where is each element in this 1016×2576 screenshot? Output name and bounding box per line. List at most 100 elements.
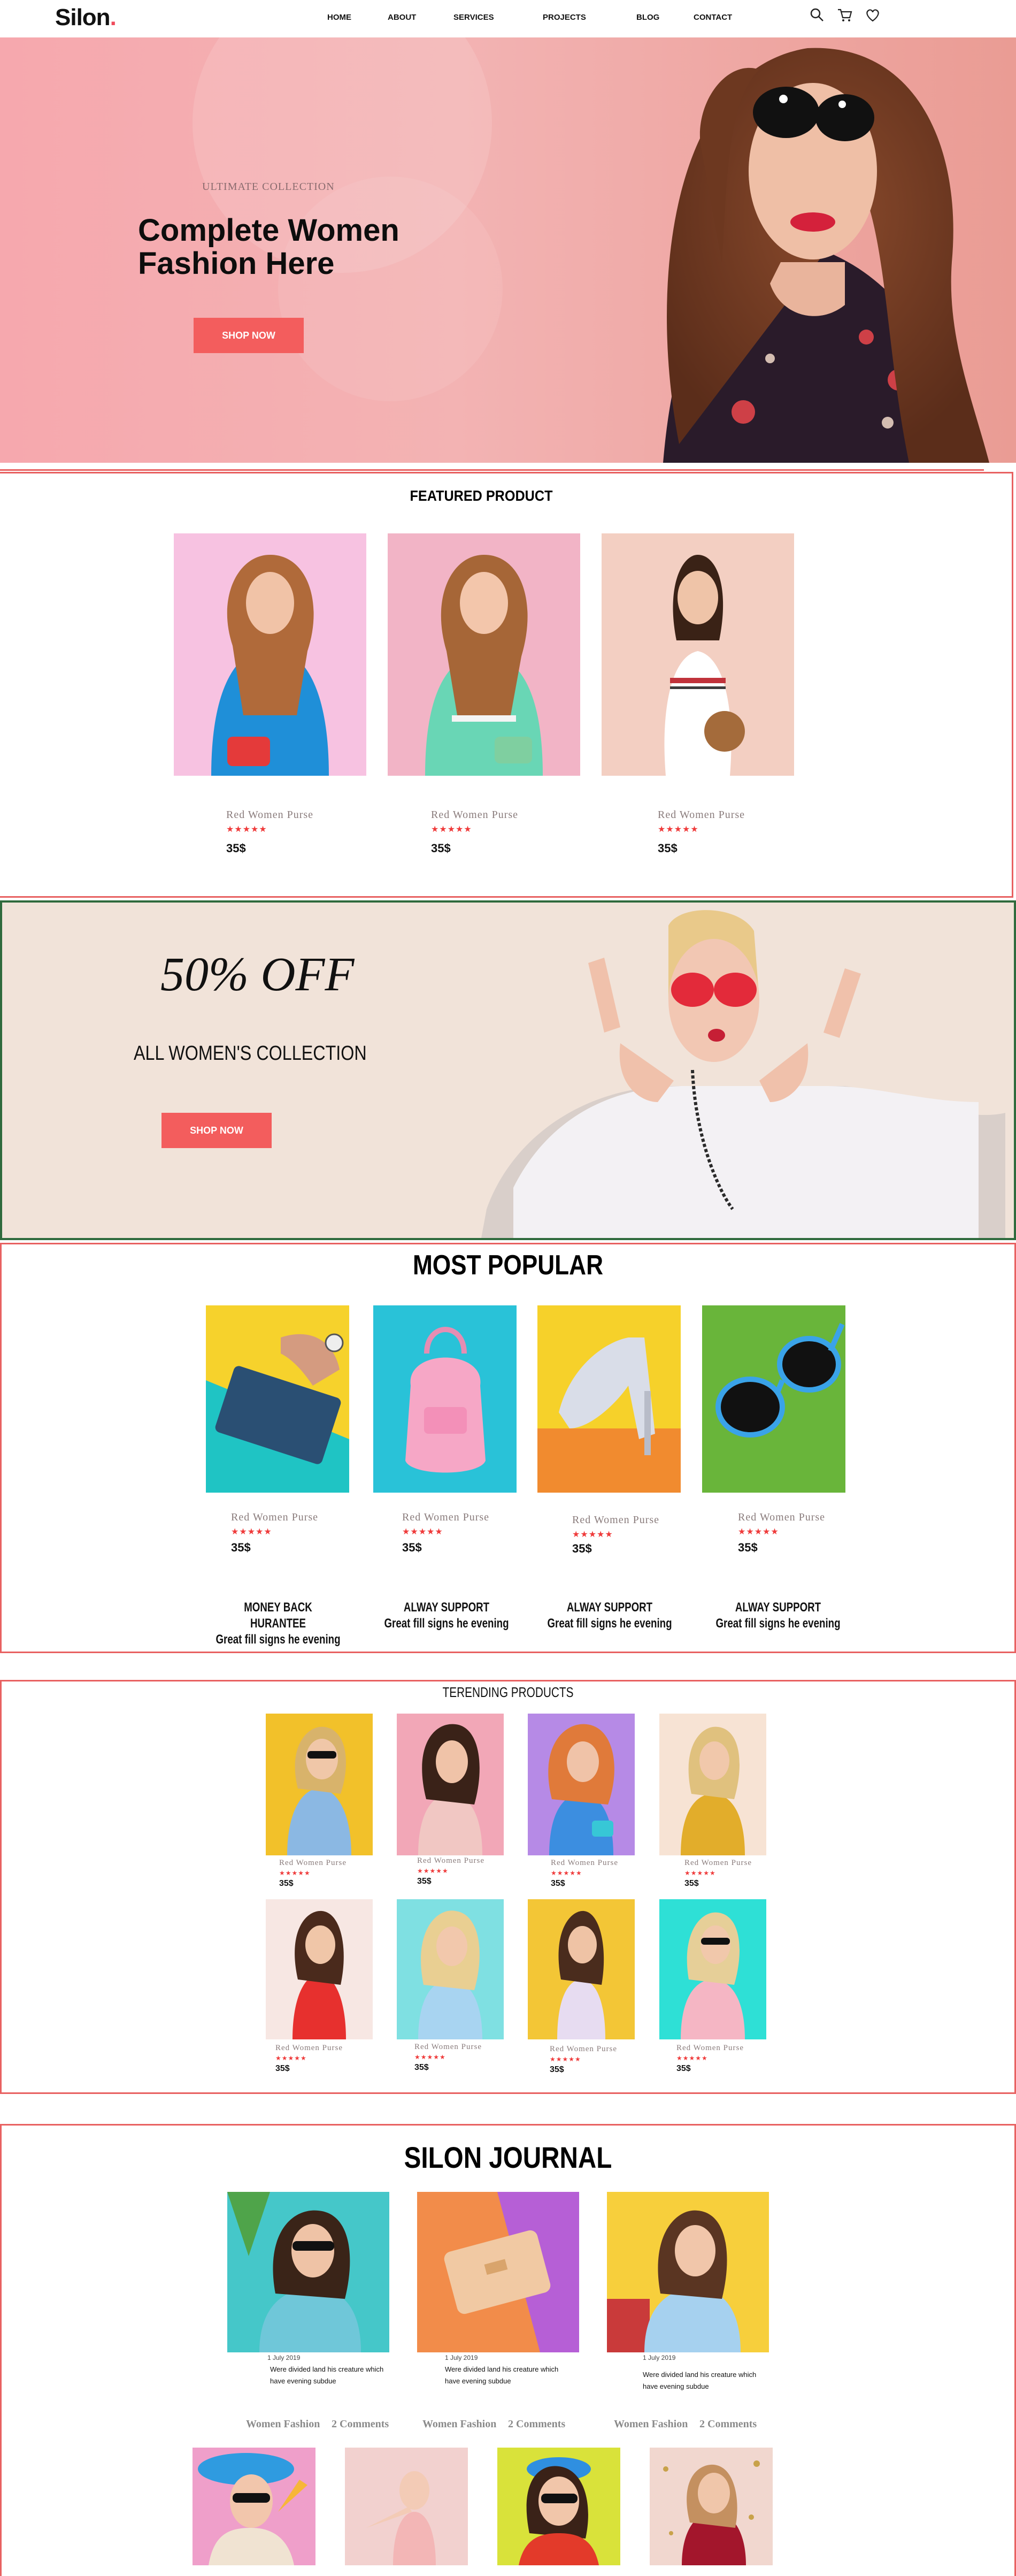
product-rating: ★★★★★ <box>572 1530 613 1539</box>
trending-product-image[interactable] <box>659 1899 766 2039</box>
product-rating: ★★★★★ <box>550 2055 581 2063</box>
product-name[interactable]: Red Women Purse <box>572 1514 659 1526</box>
journal-post-category[interactable]: Women Fashion <box>246 2418 320 2430</box>
hero-kicker: ULTIMATE COLLECTION <box>202 181 335 193</box>
featured-product-image[interactable] <box>602 533 794 776</box>
product-rating: ★★★★★ <box>684 1869 716 1877</box>
featured-product-image[interactable] <box>174 533 366 776</box>
journal-post-date: 1 July 2019 <box>445 2354 478 2361</box>
popular-product-image[interactable] <box>373 1305 517 1493</box>
feature-block: ALWAY SUPPORT Great fill signs he evenin… <box>713 1600 843 1632</box>
product-price: 35$ <box>684 1879 699 1888</box>
search-icon[interactable] <box>809 6 826 24</box>
trending-product-image[interactable] <box>266 1714 373 1855</box>
sale-discount: 50% OFF <box>160 948 355 1001</box>
nav-home[interactable]: HOME <box>327 13 351 22</box>
product-name[interactable]: Red Women Purse <box>417 1856 484 1866</box>
hero-model-image <box>663 48 989 463</box>
product-rating: ★★★★★ <box>226 825 267 834</box>
product-rating: ★★★★★ <box>658 825 699 834</box>
product-name[interactable]: Red Women Purse <box>551 1859 618 1868</box>
product-name[interactable]: Red Women Purse <box>738 1511 825 1524</box>
hero-decor <box>278 177 503 401</box>
product-price: 35$ <box>231 1541 251 1554</box>
product-rating: ★★★★★ <box>414 2053 446 2061</box>
product-name[interactable]: Red Women Purse <box>279 1859 347 1868</box>
journal-post-comments[interactable]: 2 Comments <box>332 2418 389 2430</box>
product-price: 35$ <box>275 2064 290 2073</box>
nav-contact[interactable]: CONTACT <box>694 13 732 22</box>
hero-shop-now-button[interactable]: SHOP NOW <box>194 318 304 353</box>
divider <box>0 469 984 471</box>
product-rating: ★★★★★ <box>402 1527 443 1537</box>
journal-title: SILON JOURNAL <box>404 2141 612 2174</box>
popular-product-image[interactable] <box>702 1305 845 1493</box>
sale-shop-now-button[interactable]: SHOP NOW <box>161 1113 272 1148</box>
heart-icon[interactable] <box>864 6 881 24</box>
product-price: 35$ <box>279 1879 294 1888</box>
journal-post-date: 1 July 2019 <box>643 2354 676 2361</box>
trending-title: TERENDING PRODUCTS <box>442 1684 574 1700</box>
feature-block: ALWAY SUPPORT Great fill signs he evenin… <box>545 1600 674 1632</box>
nav-about[interactable]: ABOUT <box>388 13 416 22</box>
product-price: 35$ <box>226 842 246 855</box>
featured-product-image[interactable] <box>388 533 580 776</box>
nav-blog[interactable]: BLOG <box>636 13 659 22</box>
journal-post-excerpt[interactable]: Were divided land his creature which have… <box>270 2364 404 2387</box>
cart-icon[interactable] <box>836 6 853 24</box>
product-name[interactable]: Red Women Purse <box>550 2045 617 2054</box>
product-rating: ★★★★★ <box>676 2054 708 2062</box>
popular-product-image[interactable] <box>206 1305 349 1493</box>
nav-services[interactable]: SERVICES <box>453 13 494 22</box>
product-rating: ★★★★★ <box>275 2054 307 2062</box>
top-navbar: Silon. HOME ABOUT SERVICES PROJECTS BLOG… <box>0 0 1016 37</box>
product-price: 35$ <box>658 842 678 855</box>
product-price: 35$ <box>550 2065 564 2074</box>
brand-logo[interactable]: Silon. <box>55 4 117 31</box>
product-price: 35$ <box>414 2063 429 2072</box>
trending-product-image[interactable] <box>266 1899 373 2039</box>
journal-post-image[interactable] <box>227 2192 389 2352</box>
feature-text: Great fill signs he evening <box>215 1632 341 1647</box>
sale-subtitle: ALL WOMEN'S COLLECTION <box>134 1042 367 1065</box>
trending-product-image[interactable] <box>397 1899 504 2039</box>
product-name[interactable]: Red Women Purse <box>676 2044 744 2053</box>
journal-post-excerpt[interactable]: Were divided land his creature which have… <box>643 2369 776 2392</box>
journal-post-excerpt[interactable]: Were divided land his creature which have… <box>445 2364 579 2387</box>
journal-post-comments[interactable]: 2 Comments <box>508 2418 565 2430</box>
feature-title: MONEY BACK HURANTEE <box>244 1600 312 1631</box>
feature-block: MONEY BACK HURANTEE Great fill signs he … <box>215 1600 341 1648</box>
journal-gallery-image[interactable] <box>650 2448 773 2565</box>
product-rating: ★★★★★ <box>431 825 472 834</box>
journal-post-category[interactable]: Women Fashion <box>614 2418 688 2430</box>
product-rating: ★★★★★ <box>551 1869 582 1877</box>
trending-section <box>0 1680 1016 2094</box>
product-name[interactable]: Red Women Purse <box>414 2043 482 2052</box>
product-name[interactable]: Red Women Purse <box>275 2044 343 2053</box>
product-name[interactable]: Red Women Purse <box>431 809 518 821</box>
product-rating: ★★★★★ <box>738 1527 779 1537</box>
journal-gallery-image[interactable] <box>497 2448 620 2565</box>
journal-gallery-image[interactable] <box>345 2448 468 2565</box>
journal-post-category[interactable]: Women Fashion <box>422 2418 496 2430</box>
product-price: 35$ <box>417 1877 432 1886</box>
product-name[interactable]: Red Women Purse <box>226 809 313 821</box>
trending-product-image[interactable] <box>528 1899 635 2039</box>
product-price: 35$ <box>431 842 451 855</box>
product-name[interactable]: Red Women Purse <box>231 1511 318 1524</box>
feature-text: Great fill signs he evening <box>384 1616 509 1631</box>
feature-title: ALWAY SUPPORT <box>735 1600 821 1615</box>
journal-gallery-image[interactable] <box>193 2448 315 2565</box>
trending-product-image[interactable] <box>397 1714 504 1855</box>
journal-post-image[interactable] <box>607 2192 769 2352</box>
product-name[interactable]: Red Women Purse <box>658 809 745 821</box>
product-name[interactable]: Red Women Purse <box>402 1511 489 1524</box>
popular-product-image[interactable] <box>537 1305 681 1493</box>
trending-product-image[interactable] <box>659 1714 766 1855</box>
journal-post-comments[interactable]: 2 Comments <box>699 2418 757 2430</box>
journal-post-image[interactable] <box>417 2192 579 2352</box>
product-name[interactable]: Red Women Purse <box>684 1859 752 1868</box>
trending-product-image[interactable] <box>528 1714 635 1855</box>
feature-title: ALWAY SUPPORT <box>566 1600 653 1615</box>
nav-projects[interactable]: PROJECTS <box>543 13 586 22</box>
